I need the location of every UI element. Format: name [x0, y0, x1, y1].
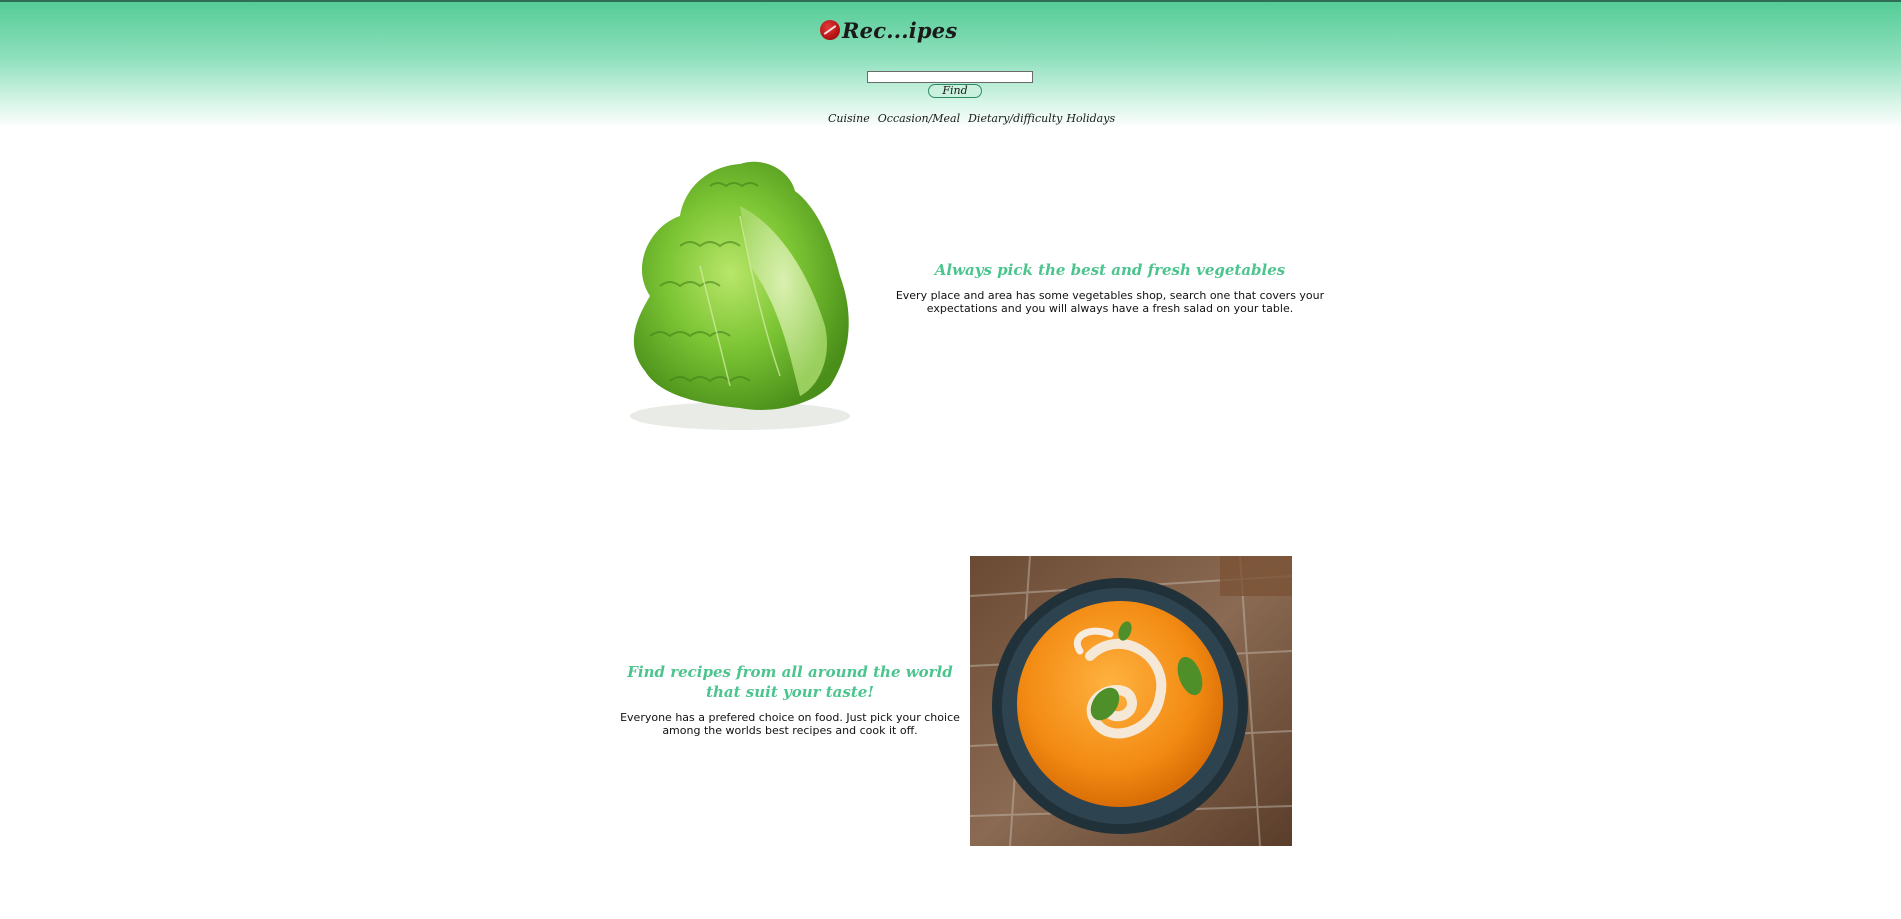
vegetables-section: Always pick the best and fresh vegetable… [892, 260, 1328, 315]
section-title: Find recipes from all around the world t… [627, 663, 953, 701]
main-nav: Cuisine Occasion/Meal Dietary/difficulty… [828, 112, 1115, 125]
logo[interactable]: Rec...ipes [820, 16, 957, 44]
section-title: Always pick the best and fresh vegetable… [934, 261, 1286, 279]
tomato-logo-icon [820, 20, 840, 40]
nav-holidays[interactable]: Holidays [1066, 112, 1115, 125]
lettuce-image [630, 161, 850, 430]
section-text: Everyone has a prefered choice on food. … [620, 711, 960, 737]
find-button[interactable]: Find [928, 84, 982, 98]
site-header: Rec...ipes Find Cuisine Occasion/Meal Di… [0, 0, 1901, 128]
nav-cuisine[interactable]: Cuisine [828, 112, 870, 125]
section-text: Every place and area has some vegetables… [895, 289, 1325, 315]
logo-text: Rec...ipes [842, 17, 958, 43]
nav-dietary-difficulty[interactable]: Dietary/difficulty [968, 112, 1062, 125]
search-input[interactable] [867, 71, 1033, 83]
recipes-section: Find recipes from all around the world t… [614, 662, 966, 737]
nav-occasion-meal[interactable]: Occasion/Meal [878, 112, 960, 125]
soup-image [970, 556, 1292, 846]
